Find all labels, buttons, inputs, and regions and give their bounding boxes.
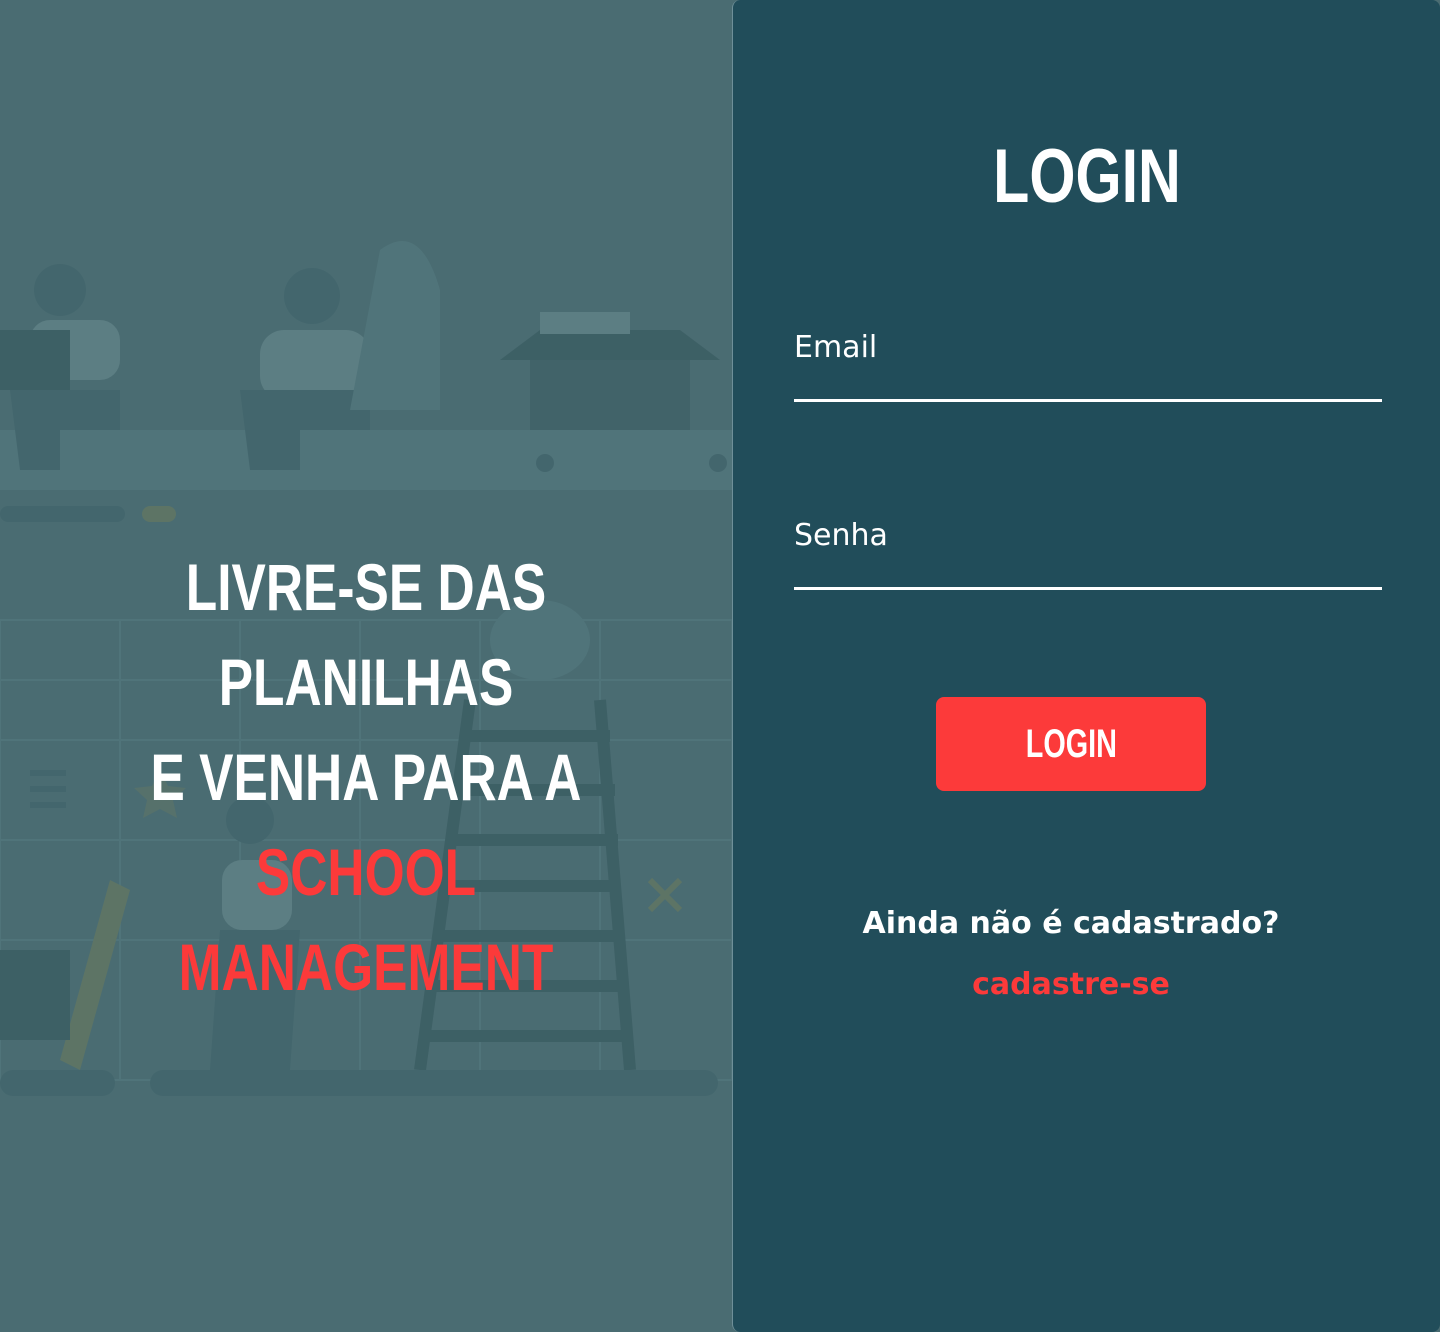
- hero-line-1: LIVRE-SE DAS PLANILHAS: [185, 550, 547, 719]
- login-button[interactable]: LOGIN: [936, 697, 1206, 791]
- login-title: LOGIN: [993, 134, 1181, 219]
- hero-line-2-prefix: E VENHA PARA A: [150, 740, 582, 814]
- login-panel: LOGIN Email Senha LOGIN Ainda não é cada…: [732, 0, 1440, 1332]
- email-label: Email: [794, 330, 878, 365]
- password-label: Senha: [794, 518, 888, 553]
- login-button-label: LOGIN: [1025, 721, 1117, 766]
- hero-headline: LIVRE-SE DAS PLANILHAS E VENHA PARA A SC…: [96, 540, 636, 1015]
- signup-prompt: Ainda não é cadastrado?: [862, 906, 1280, 941]
- hero-accent-school: SCHOOL: [255, 835, 477, 909]
- hero-section: LIVRE-SE DAS PLANILHAS E VENHA PARA A SC…: [0, 0, 732, 1332]
- hero-accent-management: MANAGEMENT: [178, 930, 554, 1004]
- signup-link[interactable]: cadastre-se: [733, 963, 1409, 1007]
- password-field-group: Senha: [794, 514, 1382, 590]
- email-input[interactable]: [794, 372, 1382, 402]
- hero-line-2: E VENHA PARA A SCHOOL: [96, 730, 636, 920]
- email-field-group: Email: [794, 326, 1382, 402]
- password-input[interactable]: [794, 560, 1382, 590]
